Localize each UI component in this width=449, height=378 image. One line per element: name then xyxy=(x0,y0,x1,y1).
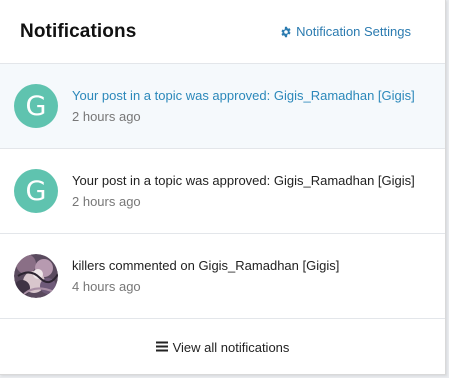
avatar: G xyxy=(14,169,58,213)
notification-item[interactable]: killers commented on Gigis_Ramadhan [Gig… xyxy=(0,234,445,319)
notification-message: killers commented on Gigis_Ramadhan [Gig… xyxy=(72,257,340,273)
notification-message: Your post in a topic was approved: Gigis… xyxy=(72,172,415,188)
avatar-letter: G xyxy=(25,90,47,122)
panel-title: Notifications xyxy=(20,20,137,42)
panel-header: Notifications Notification Settings xyxy=(0,0,445,64)
bars-icon xyxy=(155,340,168,355)
notification-settings-link[interactable]: Notification Settings xyxy=(280,24,411,39)
notification-item[interactable]: G Your post in a topic was approved: Gig… xyxy=(0,149,445,234)
user-avatar-photo xyxy=(14,254,58,298)
view-all-label: View all notifications xyxy=(172,340,290,355)
notification-time: 2 hours ago xyxy=(72,108,141,124)
notification-settings-label: Notification Settings xyxy=(296,24,411,39)
notification-message: Your post in a topic was approved: Gigis… xyxy=(72,87,415,103)
avatar-letter: G xyxy=(25,175,47,207)
notifications-panel: Notifications Notification Settings G Yo… xyxy=(0,0,446,375)
gear-icon xyxy=(280,26,292,38)
panel-footer: View all notifications xyxy=(0,319,445,376)
notification-time: 4 hours ago xyxy=(72,278,141,294)
view-all-notifications-link[interactable]: View all notifications xyxy=(155,340,290,355)
notification-item[interactable]: G Your post in a topic was approved: Gig… xyxy=(0,64,445,149)
notification-time: 2 hours ago xyxy=(72,193,141,209)
avatar: G xyxy=(14,84,58,128)
